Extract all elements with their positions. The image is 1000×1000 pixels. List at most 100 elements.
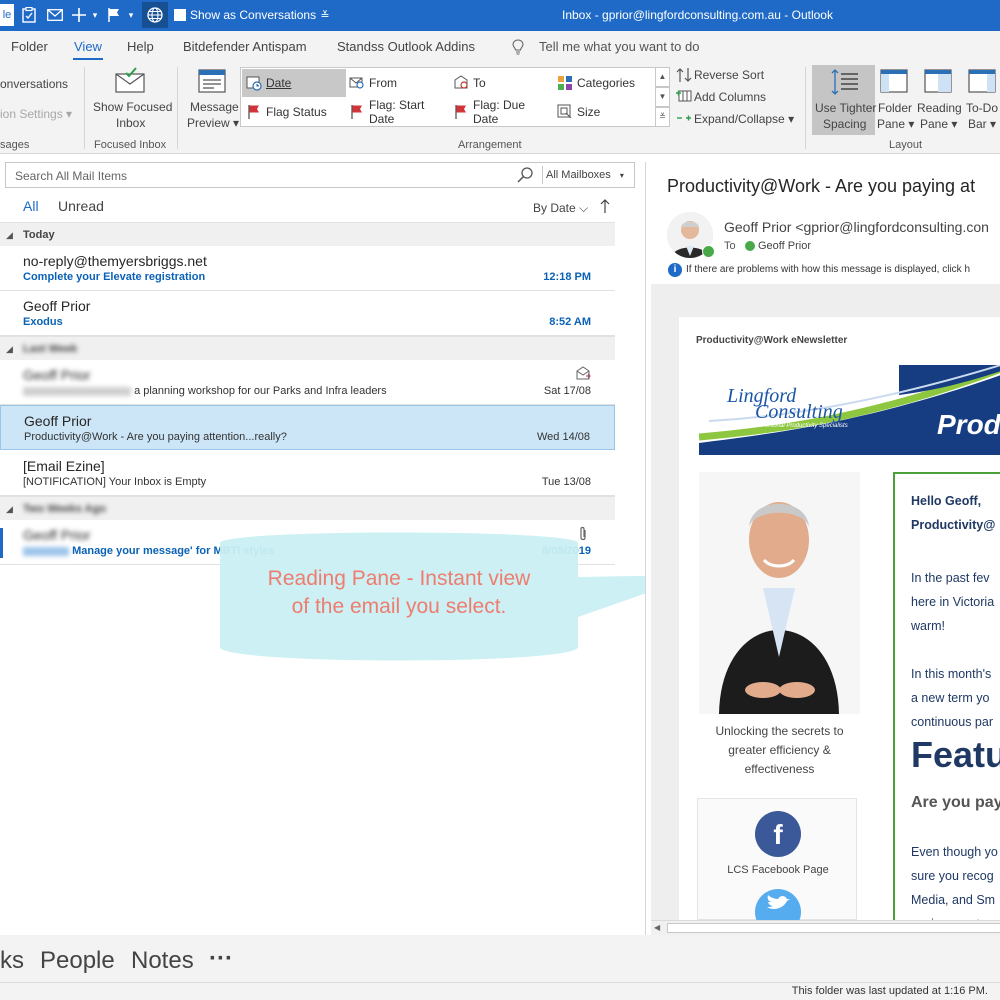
group-today[interactable]: ◢ Today	[0, 222, 615, 246]
show-conversations-label[interactable]: Show as Conversations	[190, 8, 316, 22]
mail-sender: Geoff Prior	[23, 367, 91, 383]
todo-bar-dropdown[interactable]: Bar ▾	[968, 117, 996, 131]
message-recipient[interactable]: Geoff Prior	[758, 240, 811, 252]
ribbon-tabs: Folder View Help Bitdefender Antispam St…	[0, 31, 1000, 61]
info-icon: i	[668, 263, 682, 277]
mail-subject: Productivity@Work - Are you paying atten…	[24, 431, 287, 443]
search-scope-dropdown[interactable]: All Mailboxes ▾	[546, 169, 624, 181]
add-columns-button[interactable]: Add Columns	[694, 90, 766, 104]
folder-pane-label-2: Pane	[877, 117, 906, 131]
tab-bitdefender[interactable]: Bitdefender Antispam	[183, 39, 307, 54]
filter-unread[interactable]: Unread	[58, 198, 104, 214]
collapse-chevron-icon[interactable]: ◢	[6, 230, 13, 241]
filter-all[interactable]: All	[23, 198, 39, 214]
reading-pane-dropdown[interactable]: Pane ▾	[920, 117, 957, 131]
sort-direction-arrow-icon[interactable]	[600, 199, 610, 213]
mail-sender: Geoff Prior	[23, 298, 91, 314]
size-icon	[557, 104, 573, 120]
arrange-by-size[interactable]: Size	[553, 98, 655, 126]
mail-item[interactable]: [Email Ezine] [NOTIFICATION] Your Inbox …	[0, 451, 615, 496]
status-text: This folder was last updated at 1:16 PM.	[791, 985, 988, 997]
mail-item[interactable]: Geoff Prior a planning workshop for our …	[0, 360, 615, 405]
show-conversations-checkbox[interactable]	[174, 4, 186, 26]
newsletter-header: Productivity@Work eNewsletter	[696, 335, 848, 346]
reverse-sort-icon	[676, 67, 692, 83]
tell-me-search[interactable]: Tell me what you want to do	[539, 39, 699, 54]
nav-notes[interactable]: Notes	[131, 947, 194, 975]
photo-caption: Unlocking the secrets to greater efficie…	[699, 722, 860, 779]
categories-icon	[557, 75, 573, 91]
nav-people[interactable]: People	[40, 947, 115, 975]
scrollbar-thumb[interactable]	[667, 923, 1000, 933]
collapse-chevron-icon[interactable]: ◢	[6, 504, 13, 515]
arrange-by-flag-due[interactable]: Flag: Due Date	[449, 98, 553, 126]
gallery-scroll-down[interactable]: ▼	[655, 87, 670, 107]
folder-pane-dropdown[interactable]: Pane ▾	[877, 117, 914, 131]
active-tab-indicator	[73, 58, 103, 60]
folder-pane-label[interactable]: Folder	[878, 101, 912, 115]
todo-bar-icon	[968, 69, 996, 93]
chevron-down-icon[interactable]: ▾	[90, 4, 100, 26]
conversation-settings-label: ion Settings	[0, 107, 63, 121]
new-item-plus-icon[interactable]	[70, 4, 88, 26]
reverse-sort-button[interactable]: Reverse Sort	[694, 68, 764, 82]
expand-collapse-dropdown[interactable]: Expand/Collapse ▾	[694, 112, 794, 126]
arrange-from-label: From	[369, 76, 397, 90]
tab-standss[interactable]: Standss Outlook Addins	[337, 39, 475, 54]
tab-folder[interactable]: Folder	[11, 39, 48, 54]
tab-view[interactable]: View	[74, 39, 102, 54]
customize-toolbar-icon[interactable]: ≚	[318, 4, 332, 26]
todo-bar-label[interactable]: To-Do	[966, 101, 998, 115]
display-problem-infobar[interactable]: If there are problems with how this mess…	[686, 264, 970, 275]
paragraph-line: In the past fev	[911, 571, 990, 585]
scroll-left-arrow-icon[interactable]: ◀	[654, 923, 660, 932]
mail-item[interactable]: Geoff Prior Exodus 8:52 AM	[0, 291, 615, 336]
search-icon[interactable]	[517, 167, 533, 183]
chevron-down-icon[interactable]: ▾	[126, 4, 136, 26]
facebook-icon[interactable]: f	[755, 811, 801, 857]
reading-pane-label[interactable]: Reading	[917, 101, 962, 115]
group-today-label: Today	[23, 229, 55, 241]
conversations-toggle[interactable]: onversations	[0, 77, 68, 91]
conversation-settings-button[interactable]: ion Settings ▾	[0, 107, 72, 121]
gallery-scroll-up[interactable]: ▲	[655, 67, 670, 87]
collapse-chevron-icon[interactable]: ◢	[6, 344, 13, 355]
search-input[interactable]: Search All Mail Items All Mailboxes ▾	[5, 162, 635, 188]
mail-item-selected[interactable]: Geoff Prior Productivity@Work - Are you …	[0, 405, 615, 450]
nav-tasks[interactable]: ks	[0, 947, 24, 975]
show-focused-label-2[interactable]: Inbox	[116, 116, 145, 130]
mail-icon[interactable]	[46, 4, 64, 26]
group-two-weeks-ago[interactable]: ◢ Two Weeks Ago	[0, 496, 615, 520]
arrange-by-flag-start[interactable]: Flag: Start Date	[345, 98, 449, 126]
group-last-week[interactable]: ◢ Last Week	[0, 336, 615, 360]
message-preview-icon	[198, 69, 226, 93]
message-preview-label[interactable]: Message	[190, 100, 239, 114]
facebook-link[interactable]: LCS Facebook Page	[698, 864, 858, 876]
arrange-by-flag-status[interactable]: Flag Status	[242, 98, 346, 126]
message-sender[interactable]: Geoff Prior <gprior@lingfordconsulting.c…	[724, 219, 989, 235]
nav-more-ellipsis-icon[interactable]: ···	[209, 945, 233, 973]
arrange-by-from[interactable]: From	[345, 69, 449, 97]
tab-help[interactable]: Help	[127, 39, 154, 54]
clipboard-icon[interactable]	[20, 4, 38, 26]
module-navigation: ks People Notes ···	[0, 935, 1000, 985]
window-title: Inbox - gprior@lingfordconsulting.com.au…	[562, 8, 833, 22]
flag-icon[interactable]	[106, 4, 122, 26]
feature-heading: Featu	[911, 734, 1000, 775]
gallery-more[interactable]: ≚	[655, 107, 670, 127]
focused-inbox-icon	[115, 67, 145, 93]
show-focused-label: Show Focused	[93, 100, 173, 114]
mail-date: Wed 14/08	[536, 431, 590, 443]
mail-item[interactable]: no-reply@themyersbriggs.net Complete you…	[0, 246, 615, 291]
arrange-flag-due-label: Flag: Due Date	[473, 98, 526, 126]
message-preview-dropdown[interactable]: Preview ▾	[187, 116, 239, 130]
show-focused-button[interactable]: Show Focused	[93, 100, 172, 114]
app-menu-fragment[interactable]: le	[0, 4, 14, 26]
sort-by-dropdown[interactable]: By Date ⌵	[533, 201, 588, 216]
arrange-by-to[interactable]: To	[449, 69, 553, 97]
globe-icon[interactable]	[142, 2, 168, 28]
arrange-by-categories[interactable]: Categories	[553, 69, 655, 97]
horizontal-scrollbar[interactable]: ◀	[651, 920, 1000, 935]
folder-pane-icon	[880, 69, 908, 93]
arrange-by-date[interactable]: Date	[242, 69, 346, 97]
